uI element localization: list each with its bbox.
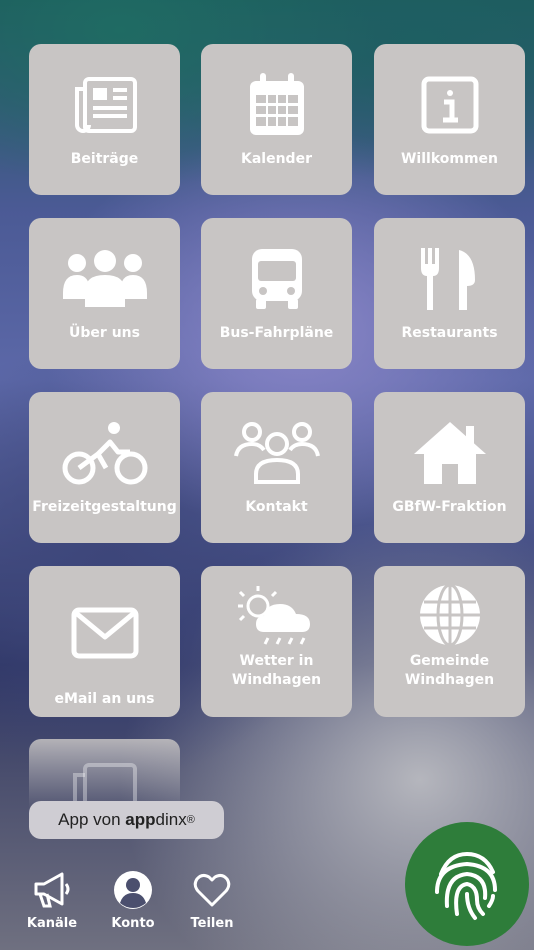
nav-konto[interactable]: Konto <box>98 870 168 940</box>
tile-ueber-uns[interactable]: Über uns <box>29 218 180 369</box>
tile-gbfw-fraktion[interactable]: GBfW-Fraktion <box>374 392 525 543</box>
badge-brand-rest: dinx <box>155 810 187 829</box>
nav-kanaele[interactable]: Kanäle <box>17 870 87 940</box>
tile-freizeitgestaltung[interactable]: Freizeitgestaltung <box>29 392 180 543</box>
tile-partial[interactable] <box>29 739 180 809</box>
bus-icon <box>248 244 306 314</box>
heart-icon <box>193 873 231 907</box>
appdinx-badge[interactable]: App von app dinx ® <box>29 801 224 839</box>
tile-label: Freizeitgestaltung <box>32 499 177 515</box>
tile-beitraege[interactable]: Beiträge <box>29 44 180 195</box>
tile-willkommen[interactable]: Willkommen <box>374 44 525 195</box>
tile-email-an-uns[interactable]: eMail an uns <box>29 566 180 717</box>
tile-label: Restaurants <box>401 325 498 341</box>
nav-teilen[interactable]: Teilen <box>177 870 247 940</box>
bicycle-icon <box>62 418 148 488</box>
fingerprint-button[interactable] <box>405 822 529 946</box>
mail-icon <box>71 598 139 668</box>
badge-mark: ® <box>186 814 195 826</box>
tile-label: eMail an uns <box>54 691 155 707</box>
tile-restaurants[interactable]: Restaurants <box>374 218 525 369</box>
home-icon <box>412 418 488 488</box>
tile-wetter[interactable]: Wetter in Windhagen <box>201 566 352 717</box>
globe-icon <box>417 580 483 650</box>
group-icon <box>62 244 147 314</box>
tile-label: Über uns <box>69 325 140 341</box>
tile-bus-fahrplaene[interactable]: Bus-Fahrpläne <box>201 218 352 369</box>
fingerprint-icon <box>435 851 497 920</box>
calendar-icon <box>248 70 306 140</box>
tile-label: Kalender <box>241 151 312 167</box>
nav-label: Teilen <box>190 916 234 931</box>
fork-knife-icon <box>419 244 481 314</box>
megaphone-icon <box>34 872 70 908</box>
people-icon <box>233 418 320 488</box>
nav-label: Konto <box>111 916 155 931</box>
weather-icon <box>234 580 320 650</box>
tile-gemeinde[interactable]: Gemeinde Windhagen <box>374 566 525 717</box>
newspaper-icon <box>71 70 139 140</box>
newspaper-icon <box>73 763 137 801</box>
info-icon <box>421 70 479 140</box>
tile-label: Bus-Fahrpläne <box>219 325 334 341</box>
tile-kontakt[interactable]: Kontakt <box>201 392 352 543</box>
tile-label: Beiträge <box>70 151 139 167</box>
badge-brand-bold: app <box>125 810 156 829</box>
tile-label: Willkommen <box>400 151 499 167</box>
tile-label: GBfW-Fraktion <box>392 499 507 515</box>
tile-label: Wetter in Windhagen <box>231 653 322 688</box>
tile-kalender[interactable]: Kalender <box>201 44 352 195</box>
account-icon <box>114 871 152 909</box>
tile-label: Kontakt <box>245 499 308 515</box>
tile-label: Gemeinde Windhagen <box>404 653 495 688</box>
nav-label: Kanäle <box>26 916 78 931</box>
badge-prefix: App von <box>58 810 126 829</box>
